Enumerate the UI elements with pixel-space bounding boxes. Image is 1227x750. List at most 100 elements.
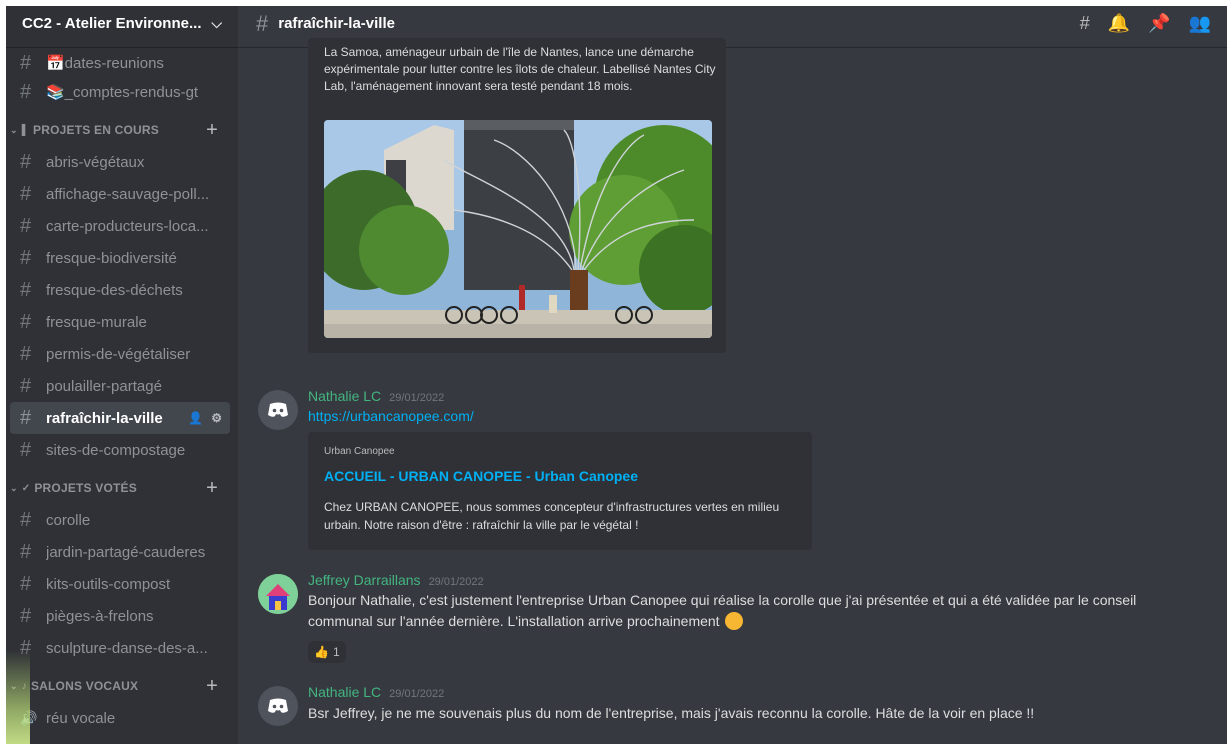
channel-label: kits-outils-compost [46, 575, 171, 593]
hash-icon: # [20, 508, 32, 531]
channel-dates-reunions[interactable]: # 📅dates-reunions [10, 50, 230, 76]
chevron-down-icon: ⌄ [10, 482, 18, 493]
reaction-thumbs-up[interactable]: 👍 1 [308, 641, 346, 663]
channel-list: # 📅dates-reunions # 📚_comptes-rendus-gt … [0, 48, 238, 734]
timestamp: 29/01/2022 [389, 688, 445, 700]
discord-logo-icon [268, 402, 288, 417]
channel-label: pièges-à-frelons [46, 607, 154, 625]
members-icon[interactable]: 👥 [1189, 13, 1211, 34]
hash-icon: # [20, 214, 32, 237]
smiling-face-emoji [725, 612, 744, 630]
embed-provider[interactable]: Urban Canopee [324, 446, 395, 457]
channel-label: sculpture-danse-des-a... [46, 639, 208, 657]
screen-edge-top [0, 0, 1227, 6]
author-name[interactable]: Jeffrey Darraillans [308, 572, 421, 588]
channel-item[interactable]: # carte-producteurs-loca... [10, 210, 230, 242]
author-name[interactable]: Nathalie LC [308, 388, 381, 404]
channel-label: jardin-partagé-cauderes [46, 543, 206, 561]
channel-label: 📚_comptes-rendus-gt [46, 84, 199, 101]
message-text: Bsr Jeffrey, je ne me souvenais plus du … [308, 705, 1035, 721]
embed-image[interactable] [324, 120, 712, 338]
add-channel-icon[interactable]: + [206, 477, 218, 500]
channel-label: rafraîchir-la-ville [46, 409, 163, 427]
add-channel-icon[interactable]: + [206, 119, 218, 142]
channel-item[interactable]: # fresque-murale [10, 306, 230, 338]
channel-label: abris-végétaux [46, 153, 145, 171]
channel-item-active[interactable]: # rafraîchir-la-ville 👤 ⚙ [10, 402, 230, 434]
hash-icon: # [20, 246, 32, 269]
category-salons-vocaux[interactable]: ⌄ ♪ SALONS VOCAUX + [0, 670, 238, 702]
hash-icon: # [20, 438, 32, 461]
hash-icon: # [20, 51, 32, 74]
channel-item[interactable]: # sites-de-compostage [10, 434, 230, 466]
hash-icon: # [20, 406, 32, 429]
category-title: PROJETS VOTÉS [34, 481, 137, 495]
channel-item[interactable]: # abris-végétaux [10, 146, 230, 178]
hash-icon: # [20, 278, 32, 301]
channel-label: corolle [46, 511, 91, 529]
house-avatar-icon [258, 574, 298, 614]
link-embed: Urban Canopee ACCUEIL - URBAN CANOPEE - … [308, 432, 812, 550]
message-link[interactable]: https://urbancanopee.com/ [308, 406, 474, 427]
embed-title[interactable]: ACCUEIL - URBAN CANOPEE - Urban Canopee [324, 468, 638, 484]
message-list: La Samoa, aménageur urbain de l'île de N… [238, 38, 1227, 750]
check-icon: ✓ [21, 482, 31, 494]
discord-app: CC2 - Atelier Environne... ⌵ # 📅dates-re… [0, 0, 1227, 750]
channel-item[interactable]: # corolle [10, 504, 230, 536]
channel-label: carte-producteurs-loca... [46, 217, 209, 235]
channel-item[interactable]: # kits-outils-compost [10, 568, 230, 600]
hash-icon: # [256, 10, 269, 36]
embed-description: La Samoa, aménageur urbain de l'île de N… [324, 45, 716, 93]
channel-label: fresque-murale [46, 313, 147, 331]
avatar[interactable] [258, 574, 298, 614]
category-projets-en-cours[interactable]: ⌄ ▌ PROJETS EN COURS + [0, 114, 238, 146]
threads-icon[interactable]: # [1080, 13, 1090, 34]
channel-item[interactable]: # poulailler-partagé [10, 370, 230, 402]
channel-label: 📅dates-reunions [46, 55, 164, 72]
invite-icon[interactable]: 👤 [188, 411, 203, 425]
pin-icon[interactable]: 📌 [1148, 13, 1170, 34]
message-header: Jeffrey Darraillans 29/01/2022 [308, 572, 484, 588]
channel-item[interactable]: # affichage-sauvage-poll... [10, 178, 230, 210]
avatar[interactable] [258, 390, 298, 430]
channel-label: sites-de-compostage [46, 441, 186, 459]
gear-icon[interactable]: ⚙ [211, 411, 222, 425]
canopy-photo [324, 120, 712, 338]
discord-logo-icon [268, 698, 288, 713]
voice-channel-item[interactable]: 🔊 réu vocale [10, 702, 230, 734]
avatar[interactable] [258, 686, 298, 726]
channel-item[interactable]: # fresque-des-déchets [10, 274, 230, 306]
message-header: Nathalie LC 29/01/2022 [308, 684, 444, 700]
channel-label: réu vocale [46, 709, 116, 727]
add-channel-icon[interactable]: + [206, 675, 218, 698]
channel-label: permis-de-végétaliser [46, 345, 191, 363]
hash-icon: # [20, 310, 32, 333]
chevron-down-icon: ⌄ [10, 124, 18, 135]
hash-icon: # [20, 80, 32, 103]
server-header[interactable]: CC2 - Atelier Environne... ⌵ [0, 0, 238, 48]
channel-label: poulailler-partagé [46, 377, 162, 395]
channel-label: fresque-des-déchets [46, 281, 183, 299]
chevron-down-icon[interactable]: ⌵ [211, 15, 222, 32]
books-icon: ▌ [21, 124, 30, 136]
channel-sidebar: CC2 - Atelier Environne... ⌵ # 📅dates-re… [0, 0, 238, 750]
screen-edge-bottom [0, 744, 1227, 750]
thumbs-up-icon: 👍 [314, 645, 329, 659]
hash-icon: # [20, 342, 32, 365]
channel-item[interactable]: # fresque-biodiversité [10, 242, 230, 274]
category-title: PROJETS EN COURS [33, 123, 159, 137]
channel-item[interactable]: # pièges-à-frelons [10, 600, 230, 632]
category-title: SALONS VOCAUX [30, 679, 139, 693]
timestamp: 29/01/2022 [428, 576, 484, 588]
author-name[interactable]: Nathalie LC [308, 684, 381, 700]
embed-description: Chez URBAN CANOPEE, nous sommes concepte… [324, 500, 780, 532]
channel-item[interactable]: # jardin-partagé-cauderes [10, 536, 230, 568]
channel-item[interactable]: # permis-de-végétaliser [10, 338, 230, 370]
channel-comptes-rendus[interactable]: # 📚_comptes-rendus-gt [10, 76, 230, 108]
bell-icon[interactable]: 🔔 [1108, 13, 1130, 34]
message-content: Bonjour Nathalie, c'est justement l'entr… [308, 592, 1137, 629]
channel-actions: 👤 ⚙ [188, 411, 222, 425]
hash-icon: # [20, 572, 32, 595]
channel-item[interactable]: # sculpture-danse-des-a... [10, 632, 230, 664]
category-projets-votes[interactable]: ⌄ ✓ PROJETS VOTÉS + [0, 472, 238, 504]
